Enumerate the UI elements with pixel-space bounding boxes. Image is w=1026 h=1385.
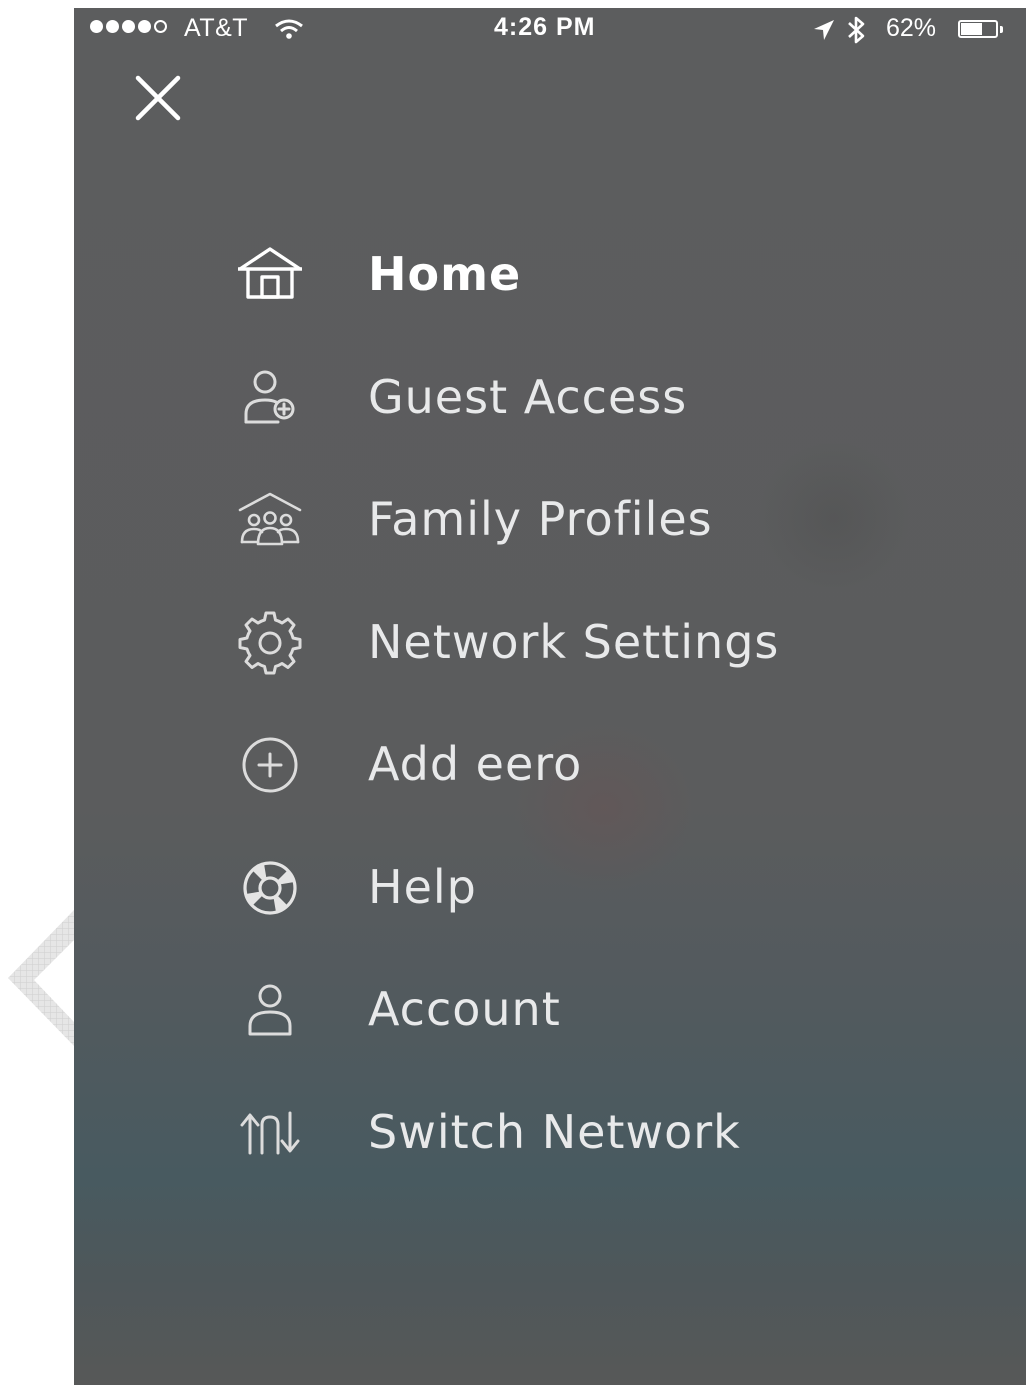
signal-dots-icon [90,20,167,33]
close-icon [135,75,181,121]
menu-item-help[interactable]: Help [234,827,994,950]
lifebuoy-icon [234,852,306,924]
menu-item-home[interactable]: Home [234,214,994,337]
battery-tip [1000,26,1003,33]
status-bar: AT&T 4:26 PM 62% [74,8,1026,50]
menu-item-guest-access[interactable]: Guest Access [234,337,994,460]
menu-item-switch-network[interactable]: Switch Network [234,1072,994,1195]
wifi-icon [274,18,304,47]
nav-menu: Home Guest Access Family Profiles Networ… [234,214,994,1194]
switch-arrows-icon [234,1097,306,1169]
bluetooth-icon [846,15,868,52]
menu-item-label: Network Settings [368,614,780,669]
close-button[interactable] [128,68,188,128]
menu-item-label: Switch Network [368,1104,741,1159]
battery-level-fill [961,23,982,35]
family-profiles-icon [234,484,306,556]
clock-time: 4:26 PM [494,13,596,41]
menu-item-label: Account [368,982,561,1037]
location-arrow-icon [812,18,836,49]
carrier-label: AT&T [184,14,249,42]
gear-icon [234,607,306,679]
battery-percent: 62% [886,14,937,42]
battery-icon [958,20,998,38]
menu-item-network-settings[interactable]: Network Settings [234,582,994,705]
add-circle-icon [234,729,306,801]
home-icon [234,239,306,311]
menu-item-add-eero[interactable]: Add eero [234,704,994,827]
menu-item-label: Home [368,247,522,302]
guest-user-add-icon [234,362,306,434]
menu-screen: AT&T 4:26 PM 62% Home Guest Access Famil… [74,8,1026,1385]
menu-item-label: Add eero [368,737,583,792]
menu-item-family-profiles[interactable]: Family Profiles [234,459,994,582]
menu-item-label: Help [368,859,477,914]
page: AT&T 4:26 PM 62% Home Guest Access Famil… [0,0,1026,1385]
menu-item-label: Guest Access [368,369,688,424]
menu-item-label: Family Profiles [368,492,713,547]
back-chevron-icon [8,910,78,1050]
user-icon [234,974,306,1046]
menu-item-account[interactable]: Account [234,949,994,1072]
